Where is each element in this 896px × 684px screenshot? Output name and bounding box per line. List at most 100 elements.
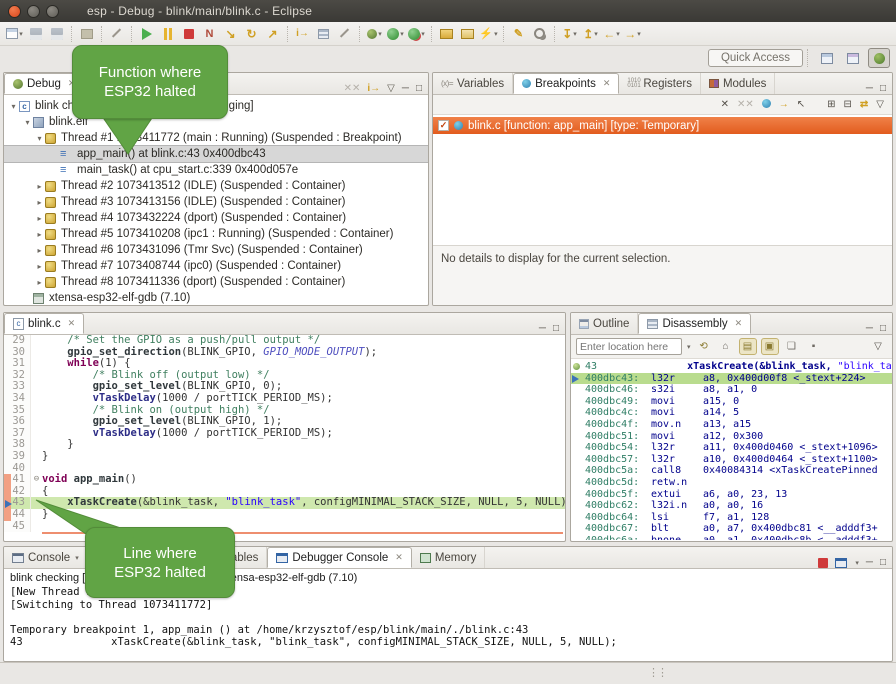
tree-item-frame-main-task[interactable]: ≡main_task() at cpu_start.c:339 0x400d05…: [4, 162, 428, 178]
instruction-stepping-toggle[interactable]: i→: [367, 83, 380, 94]
view-menu-icon[interactable]: ▽: [869, 338, 887, 355]
sash-drag-handle[interactable]: ⋮⋮: [648, 666, 666, 679]
flash-target-button[interactable]: ⚡▾: [479, 25, 498, 43]
tab-registers[interactable]: 10100101Registers: [619, 73, 701, 94]
close-icon[interactable]: ✕: [735, 318, 743, 329]
minimize-icon[interactable]: ─: [402, 83, 409, 94]
minimize-icon[interactable]: ─: [866, 323, 873, 334]
debug-button[interactable]: ▾: [365, 25, 384, 43]
tree-item-thread4[interactable]: ▸Thread #4 1073432224 (dport) (Suspended…: [4, 210, 428, 226]
tree-item-gdb[interactable]: xtensa-esp32-elf-gdb (7.10): [4, 290, 428, 306]
tree-item-thread6[interactable]: ▸Thread #6 1073431096 (Tmr Svc) (Suspend…: [4, 242, 428, 258]
window-close-button[interactable]: [8, 5, 21, 18]
mark-occurrences-button[interactable]: ✎: [509, 25, 528, 43]
link-with-debug-button[interactable]: ⇄: [860, 99, 868, 110]
tab-memory[interactable]: Memory: [412, 547, 486, 568]
close-icon[interactable]: ✕: [68, 318, 76, 329]
tab-breakpoints[interactable]: Breakpoints✕: [513, 73, 619, 94]
build-button[interactable]: [77, 25, 96, 43]
tab-console[interactable]: Console▾: [4, 547, 88, 568]
open-perspective-button[interactable]: [816, 48, 838, 68]
tree-item-frame-app-main[interactable]: ≡app_main() at blink.c:43 0x400dbc43: [4, 146, 428, 162]
location-input[interactable]: [576, 338, 682, 355]
debug-perspective-button[interactable]: [868, 48, 890, 68]
search-button[interactable]: [530, 25, 549, 43]
collapse-all-button[interactable]: ⊟: [844, 99, 852, 110]
refresh-view-button[interactable]: ⟲: [695, 338, 713, 355]
terminate-console-button[interactable]: [818, 558, 828, 568]
display-selected-console-button[interactable]: [835, 558, 847, 568]
disconnect-button[interactable]: N: [200, 25, 219, 43]
disassembly-body[interactable]: 43 xTaskCreate(&blink_task, "blink_tas 4…: [571, 359, 892, 540]
minimize-icon[interactable]: ─: [866, 557, 873, 568]
view-menu-icon[interactable]: ▽: [876, 99, 884, 110]
pin-view-button[interactable]: ▪: [805, 338, 823, 355]
go-to-line-button[interactable]: ↥▾: [581, 25, 600, 43]
tree-item-thread5[interactable]: ▸Thread #5 1073410208 (ipc1 : Running) (…: [4, 226, 428, 242]
go-to-file-button[interactable]: →: [779, 99, 789, 110]
quick-access-box[interactable]: Quick Access: [708, 49, 803, 67]
breakpoint-checkbox[interactable]: ✓: [438, 120, 449, 131]
window-maximize-button[interactable]: [46, 5, 59, 18]
minimize-icon[interactable]: ─: [866, 83, 873, 94]
step-return-button[interactable]: ↗: [263, 25, 282, 43]
new-wizard-button[interactable]: ▾: [5, 25, 24, 43]
tab-blink-c[interactable]: c blink.c ✕: [4, 313, 84, 334]
maximize-icon[interactable]: □: [416, 83, 422, 94]
show-source-toggle[interactable]: ▤: [739, 338, 757, 355]
run-button[interactable]: ▾: [386, 25, 405, 43]
window-minimize-button[interactable]: [27, 5, 40, 18]
step-into-button[interactable]: ↘: [221, 25, 240, 43]
instruction-stepping-button[interactable]: i→: [293, 25, 312, 43]
tree-item-thread3[interactable]: ▸Thread #3 1073413156 (IDLE) (Suspended …: [4, 194, 428, 210]
breakpoint-row[interactable]: ✓ blink.c [function: app_main] [type: Te…: [433, 117, 892, 134]
view-menu-icon[interactable]: ▽: [387, 83, 395, 94]
step-over-button[interactable]: ↻: [242, 25, 261, 43]
suspend-button[interactable]: [158, 25, 177, 43]
tab-debugger-console[interactable]: Debugger Console✕: [267, 547, 411, 568]
show-breakpoints-for-target-button[interactable]: [762, 99, 771, 111]
minimize-icon[interactable]: ─: [539, 323, 546, 334]
expand-all-button[interactable]: ⊞: [827, 99, 835, 110]
location-dropdown-icon[interactable]: ▾: [687, 343, 691, 351]
sync-selection-toggle[interactable]: ▣: [761, 338, 779, 355]
thread-icon: [45, 181, 56, 192]
tab-disassembly[interactable]: Disassembly✕: [638, 313, 751, 334]
forward-button[interactable]: →▾: [623, 25, 642, 43]
remove-terminated-button[interactable]: ✕✕: [344, 83, 361, 94]
maximize-icon[interactable]: □: [880, 83, 886, 94]
last-edit-location-button[interactable]: ↧▾: [560, 25, 579, 43]
close-icon[interactable]: ✕: [395, 552, 403, 563]
fold-marker-icon[interactable]: ⊖: [30, 474, 42, 486]
new-view-button[interactable]: ❏: [783, 338, 801, 355]
resume-button[interactable]: [137, 25, 156, 43]
tree-item-thread7[interactable]: ▸Thread #7 1073408744 (ipc0) (Suspended …: [4, 258, 428, 274]
tab-modules[interactable]: Modules: [701, 73, 775, 94]
tab-variables[interactable]: (x)=Variables: [433, 73, 513, 94]
save-all-button[interactable]: [47, 25, 66, 43]
maximize-icon[interactable]: □: [880, 557, 886, 568]
use-step-filters-button[interactable]: [335, 25, 354, 43]
back-button[interactable]: ←▾: [602, 25, 621, 43]
tree-item-thread8[interactable]: ▸Thread #8 1073411336 (dport) (Suspended…: [4, 274, 428, 290]
remove-all-breakpoints-button[interactable]: ✕✕: [737, 99, 754, 110]
maximize-icon[interactable]: □: [553, 323, 559, 334]
console-dropdown-icon[interactable]: ▾: [855, 559, 859, 567]
tree-item-thread1[interactable]: ▾Thread #1 1073411772 (main : Running) (…: [4, 130, 428, 146]
tab-outline[interactable]: Outline: [571, 313, 638, 334]
thread-icon: [45, 277, 56, 288]
select-pointer-button[interactable]: ↖: [797, 99, 805, 110]
home-button[interactable]: ⌂: [717, 338, 735, 355]
tree-item-thread2[interactable]: ▸Thread #2 1073413512 (IDLE) (Suspended …: [4, 178, 428, 194]
save-button[interactable]: [26, 25, 45, 43]
external-tools-button[interactable]: ▾: [407, 25, 426, 43]
skip-all-breakpoints-button[interactable]: [107, 25, 126, 43]
cpp-perspective-button[interactable]: [842, 48, 864, 68]
terminate-button[interactable]: [179, 25, 198, 43]
maximize-icon[interactable]: □: [880, 323, 886, 334]
remove-breakpoint-button[interactable]: ✕: [721, 99, 729, 110]
open-project-button[interactable]: [437, 25, 456, 43]
show-debug-sourcelookup-button[interactable]: [314, 25, 333, 43]
close-icon[interactable]: ✕: [603, 78, 611, 89]
open-folder-button[interactable]: [458, 25, 477, 43]
